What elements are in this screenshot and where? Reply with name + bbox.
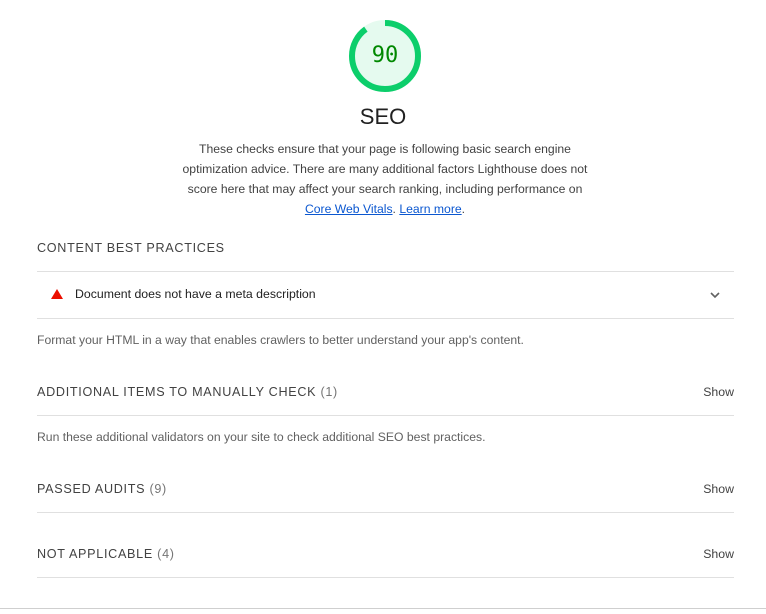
- divider: [37, 512, 734, 513]
- not-applicable-show-toggle[interactable]: Show: [703, 547, 734, 561]
- not-applicable-title: NOT APPLICABLE: [37, 547, 153, 561]
- not-applicable-count: (4): [157, 547, 175, 561]
- category-title: SEO: [359, 104, 407, 129]
- content-best-practices-header: CONTENT BEST PRACTICES: [37, 241, 734, 261]
- manual-checks-show-toggle[interactable]: Show: [703, 385, 734, 399]
- description-end: .: [461, 202, 466, 216]
- audit-meta-description[interactable]: Document does not have a meta descriptio…: [37, 272, 734, 318]
- learn-more-link[interactable]: Learn more: [399, 202, 461, 216]
- description-text: These checks ensure that your page is fo…: [182, 142, 588, 196]
- score-gauge-section: 90 SEO: [0, 0, 766, 140]
- divider: [37, 577, 734, 578]
- score-gauge: 90: [347, 18, 423, 94]
- divider: [37, 415, 734, 416]
- manual-checks-description: Run these additional validators on your …: [37, 430, 486, 444]
- not-applicable-header[interactable]: NOT APPLICABLE (4) Show: [37, 547, 734, 567]
- passed-audits-title: PASSED AUDITS: [37, 482, 146, 496]
- content-best-practices-description: Format your HTML in a way that enables c…: [37, 333, 524, 347]
- core-web-vitals-link[interactable]: Core Web Vitals: [305, 202, 393, 216]
- category-description: These checks ensure that your page is fo…: [173, 139, 597, 219]
- manual-checks-header[interactable]: ADDITIONAL ITEMS TO MANUALLY CHECK (1) S…: [37, 385, 734, 405]
- fail-triangle-icon: [51, 289, 63, 299]
- audit-title: Document does not have a meta descriptio…: [75, 287, 316, 301]
- passed-audits-show-toggle[interactable]: Show: [703, 482, 734, 496]
- manual-checks-count: (1): [320, 385, 338, 399]
- manual-checks-title: ADDITIONAL ITEMS TO MANUALLY CHECK: [37, 385, 317, 399]
- chevron-down-icon[interactable]: [708, 288, 722, 302]
- description-separator: .: [392, 202, 396, 216]
- bottom-rule: [0, 608, 766, 609]
- passed-audits-count: (9): [149, 482, 167, 496]
- passed-audits-header[interactable]: PASSED AUDITS (9) Show: [37, 482, 734, 502]
- score-value: 90: [371, 43, 399, 68]
- content-best-practices-title: CONTENT BEST PRACTICES: [37, 241, 225, 255]
- divider: [37, 318, 734, 319]
